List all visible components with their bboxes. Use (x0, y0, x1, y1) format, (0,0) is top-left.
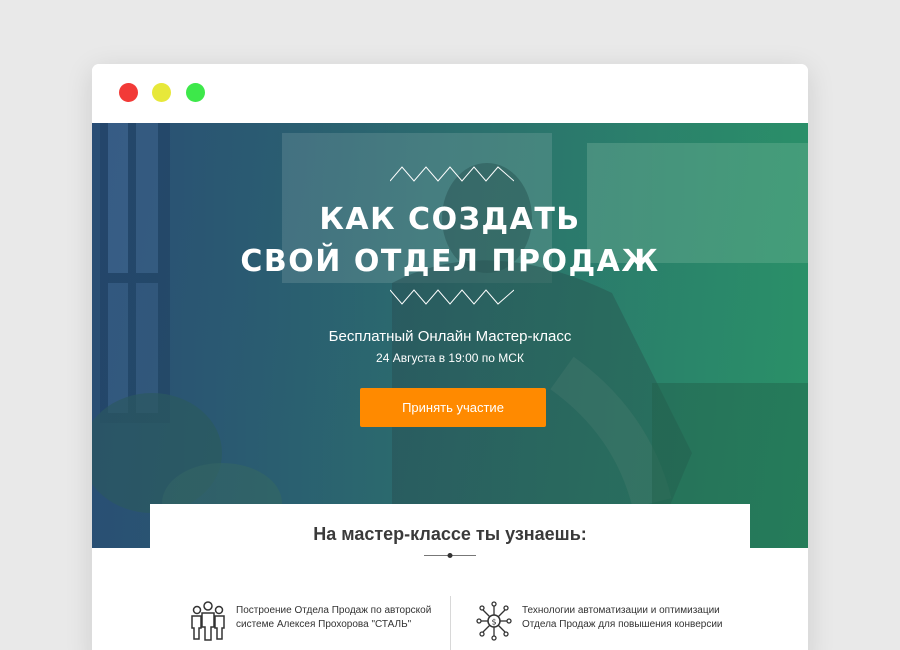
minimize-window-button[interactable] (152, 83, 171, 102)
learn-section-title: На мастер-классе ты узнаешь: (313, 524, 587, 544)
network-dollar-icon: $ (476, 601, 512, 641)
window-titlebar (92, 64, 808, 123)
feature-text: Технологии автоматизации и оптимизации О… (522, 605, 723, 630)
participate-button[interactable]: Принять участие (360, 388, 546, 427)
close-window-button[interactable] (119, 83, 138, 102)
hero-title-line-2: свой отдел продаж (240, 244, 660, 279)
learn-section: На мастер-классе ты узнаешь: Построение … (150, 504, 750, 650)
decorative-zigzag-bottom (390, 289, 514, 305)
maximize-window-button[interactable] (186, 83, 205, 102)
team-icon (191, 601, 225, 641)
feature-item: Построение Отдела Продаж по авторской си… (190, 600, 446, 642)
feature-text: Построение Отдела Продаж по авторской си… (236, 605, 432, 630)
hero-section: Как создать свой отдел продаж Бесплатный… (92, 123, 808, 548)
feature-separator (450, 596, 451, 650)
browser-window: Как создать свой отдел продаж Бесплатный… (92, 64, 808, 650)
feature-item: $ Технологии автоматизации и оптимизации… (476, 600, 732, 642)
hero-title-line-1: Как создать (319, 202, 581, 237)
section-divider (424, 553, 476, 558)
hero-title: Как создать свой отдел продаж (92, 199, 808, 283)
hero-subtitle: Бесплатный Онлайн Мастер-класс (328, 328, 572, 345)
event-date: 24 Августа в 19:00 по МСК (376, 351, 524, 365)
svg-text:$: $ (491, 618, 496, 627)
decorative-zigzag-top (390, 166, 514, 182)
